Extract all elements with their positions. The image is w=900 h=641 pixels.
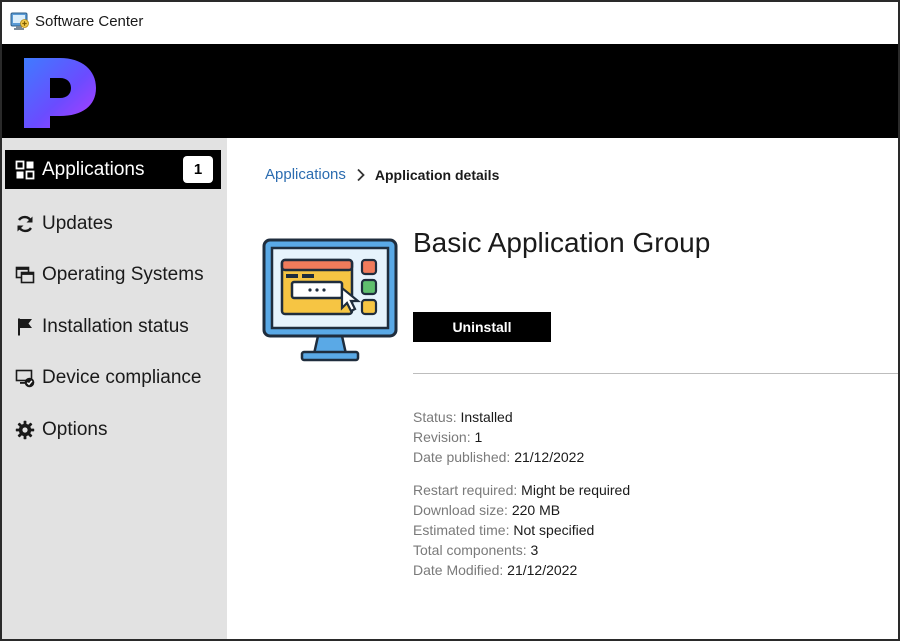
sidebar-item-label: Applications	[42, 158, 145, 180]
detail-key: Date published:	[413, 449, 511, 465]
detail-value: 21/12/2022	[514, 449, 585, 465]
flag-icon	[14, 316, 36, 338]
detail-date-published: Date published: 21/12/2022	[413, 447, 584, 467]
software-center-window: Software Center Applications 1 Updates O…	[0, 0, 900, 641]
application-title: Basic Application Group	[413, 227, 711, 258]
sidebar-item-device-compliance[interactable]: Device compliance	[5, 358, 221, 397]
sidebar-item-label: Installation status	[42, 315, 189, 337]
sidebar-item-label: Operating Systems	[42, 263, 204, 285]
detail-value: 1	[474, 429, 483, 445]
detail-restart-required: Restart required: Might be required	[413, 480, 630, 500]
sidebar-item-label: Options	[42, 418, 108, 440]
detail-value: 3	[530, 542, 539, 558]
sidebar-item-operating-systems[interactable]: Operating Systems	[5, 255, 221, 294]
detail-value: 220 MB	[511, 502, 561, 518]
detail-value: 21/12/2022	[507, 562, 578, 578]
detail-revision: Revision: 1	[413, 427, 584, 447]
detail-total-components: Total components: 3	[413, 540, 630, 560]
software-center-icon	[10, 11, 30, 31]
sidebar-item-installation-status[interactable]: Installation status	[5, 307, 221, 346]
applications-icon	[14, 159, 36, 181]
sidebar-item-label: Device compliance	[42, 366, 202, 388]
uninstall-button[interactable]: Uninstall	[413, 312, 551, 342]
brand-banner	[2, 44, 898, 138]
detail-key: Restart required:	[413, 482, 518, 498]
updates-icon	[14, 213, 36, 235]
detail-status: Status: Installed	[413, 407, 584, 427]
applications-count-badge: 1	[183, 156, 213, 183]
application-details-secondary: Restart required: Might be required Down…	[413, 480, 630, 580]
application-icon	[262, 238, 398, 364]
detail-estimated-time: Estimated time: Not specified	[413, 520, 630, 540]
operating-systems-icon	[14, 264, 36, 286]
detail-key: Download size:	[413, 502, 508, 518]
sidebar: Applications 1 Updates Operating Systems…	[2, 138, 227, 639]
divider	[413, 373, 898, 374]
detail-download-size: Download size: 220 MB	[413, 500, 630, 520]
detail-key: Revision:	[413, 429, 471, 445]
sidebar-item-options[interactable]: Options	[5, 410, 221, 449]
sidebar-item-applications[interactable]: Applications 1	[5, 150, 221, 189]
sidebar-item-label: Updates	[42, 212, 113, 234]
sidebar-item-updates[interactable]: Updates	[5, 204, 221, 243]
gear-icon	[14, 419, 36, 441]
window-title: Software Center	[35, 13, 144, 30]
application-details-primary: Status: Installed Revision: 1 Date publi…	[413, 407, 584, 467]
detail-date-modified: Date Modified: 21/12/2022	[413, 560, 630, 580]
detail-key: Status:	[413, 409, 457, 425]
title-bar: Software Center	[2, 2, 898, 44]
detail-value: Installed	[460, 409, 513, 425]
breadcrumb-applications-link[interactable]: Applications	[265, 166, 346, 183]
detail-key: Total components:	[413, 542, 527, 558]
detail-value: Not specified	[513, 522, 595, 538]
brand-logo	[20, 54, 98, 130]
detail-value: Might be required	[521, 482, 631, 498]
breadcrumb-current: Application details	[374, 166, 500, 183]
detail-key: Date Modified:	[413, 562, 504, 578]
chevron-right-icon	[356, 168, 366, 182]
device-compliance-icon	[14, 367, 36, 389]
breadcrumb: Applications Application details	[265, 166, 499, 183]
detail-key: Estimated time:	[413, 522, 510, 538]
